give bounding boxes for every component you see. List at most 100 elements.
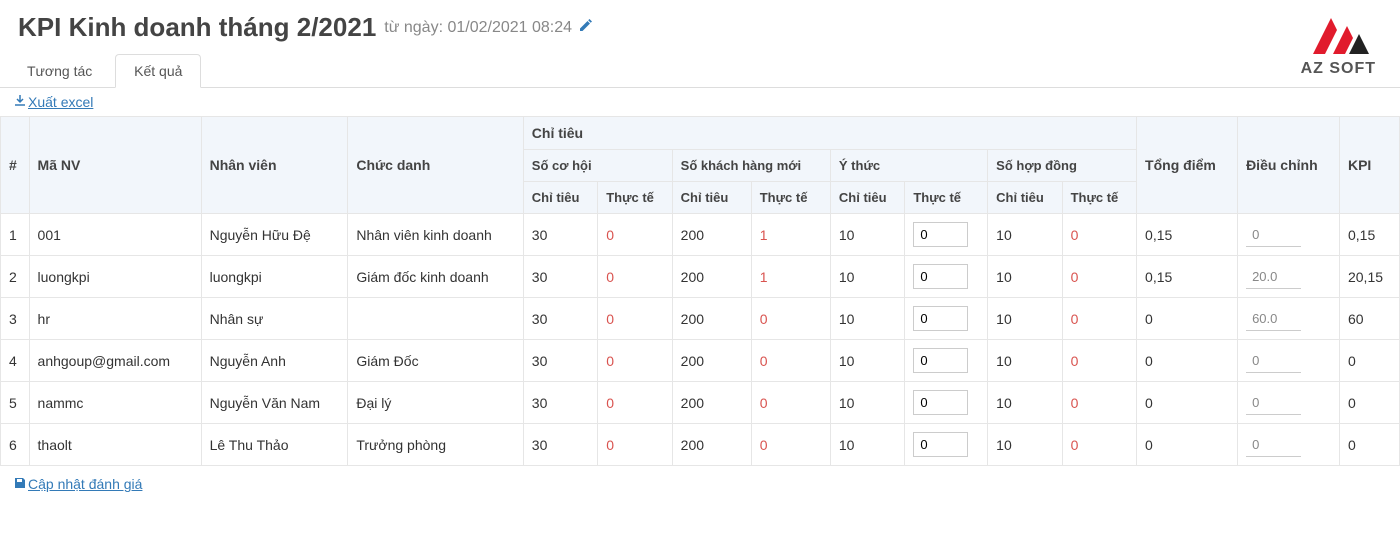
cell-g2c: 200: [672, 256, 751, 298]
cell-g1t: 0: [598, 256, 672, 298]
adjust-input[interactable]: [1246, 433, 1301, 457]
cell-kpi: 20,15: [1339, 256, 1399, 298]
cell-g1c: 30: [523, 298, 597, 340]
cell-g2t: 0: [751, 340, 830, 382]
kpi-table: # Mã NV Nhân viên Chức danh Chỉ tiêu Tổn…: [0, 116, 1400, 466]
cell-g3t: [905, 424, 988, 466]
edit-icon[interactable]: [578, 17, 594, 38]
cell-adjust: [1238, 424, 1340, 466]
cell-code: thaolt: [29, 424, 201, 466]
update-label: Cập nhật đánh giá: [28, 476, 142, 492]
sub-chi-3: Chỉ tiêu: [830, 182, 904, 214]
cell-g3t: [905, 298, 988, 340]
export-excel-button[interactable]: Xuất excel: [14, 94, 93, 110]
cell-g4c: 10: [988, 340, 1062, 382]
col-code: Mã NV: [29, 117, 201, 214]
cell-g1t: 0: [598, 340, 672, 382]
table-row: 6thaoltLê Thu ThảoTrưởng phòng3002000101…: [1, 424, 1400, 466]
cell-g3c: 10: [830, 214, 904, 256]
col-targets: Chỉ tiêu: [523, 117, 1136, 150]
col-group-4: Số hợp đồng: [988, 150, 1137, 182]
cell-index: 3: [1, 298, 30, 340]
logo-text: AZ SOFT: [1301, 60, 1376, 78]
tab-result[interactable]: Kết quả: [115, 54, 201, 88]
cell-g2t: 0: [751, 382, 830, 424]
cell-index: 2: [1, 256, 30, 298]
cell-g1t: 0: [598, 214, 672, 256]
adjust-input[interactable]: [1246, 391, 1301, 415]
cell-code: luongkpi: [29, 256, 201, 298]
adjust-input[interactable]: [1246, 265, 1301, 289]
cell-g2c: 200: [672, 340, 751, 382]
cell-name: luongkpi: [201, 256, 348, 298]
sub-thuc-1: Thực tế: [598, 182, 672, 214]
cell-kpi: 0: [1339, 424, 1399, 466]
cell-total: 0: [1137, 424, 1238, 466]
col-group-2: Số khách hàng mới: [672, 150, 830, 182]
save-icon: [14, 476, 26, 492]
sub-thuc-2: Thực tế: [751, 182, 830, 214]
cell-g2c: 200: [672, 382, 751, 424]
export-label: Xuất excel: [28, 94, 93, 110]
page-header: KPI Kinh doanh tháng 2/2021 từ ngày: 01/…: [0, 0, 1400, 47]
sub-thuc-4: Thực tế: [1062, 182, 1136, 214]
sub-chi-4: Chỉ tiêu: [988, 182, 1062, 214]
col-group-3: Ý thức: [830, 150, 987, 182]
cell-g1c: 30: [523, 424, 597, 466]
cell-role: Đại lý: [348, 382, 523, 424]
sub-chi-1: Chỉ tiêu: [523, 182, 597, 214]
sub-thuc-3: Thực tế: [905, 182, 988, 214]
cell-g2c: 200: [672, 214, 751, 256]
col-adjust: Điều chỉnh: [1238, 117, 1340, 214]
g3t-input[interactable]: [913, 432, 968, 457]
cell-g4t: 0: [1062, 298, 1136, 340]
cell-g4c: 10: [988, 298, 1062, 340]
cell-kpi: 0: [1339, 382, 1399, 424]
table-row: 3hrNhân sự300200010100060: [1, 298, 1400, 340]
cell-role: Giám Đốc: [348, 340, 523, 382]
sub-chi-2: Chỉ tiêu: [672, 182, 751, 214]
cell-total: 0,15: [1137, 214, 1238, 256]
table-row: 2luongkpiluongkpiGiám đốc kinh doanh3002…: [1, 256, 1400, 298]
cell-total: 0: [1137, 298, 1238, 340]
cell-g1c: 30: [523, 256, 597, 298]
cell-g1t: 0: [598, 424, 672, 466]
tabs: Tương tác Kết quả: [0, 53, 1400, 88]
logo: AZ SOFT: [1301, 14, 1376, 78]
adjust-input[interactable]: [1246, 349, 1301, 373]
cell-kpi: 0,15: [1339, 214, 1399, 256]
cell-g4t: 0: [1062, 340, 1136, 382]
cell-g4t: 0: [1062, 256, 1136, 298]
cell-g3t: [905, 256, 988, 298]
adjust-input[interactable]: [1246, 307, 1301, 331]
cell-role: Nhân viên kinh doanh: [348, 214, 523, 256]
cell-g1c: 30: [523, 340, 597, 382]
cell-g4t: 0: [1062, 214, 1136, 256]
g3t-input[interactable]: [913, 222, 968, 247]
cell-index: 4: [1, 340, 30, 382]
cell-name: Nguyễn Hữu Đệ: [201, 214, 348, 256]
g3t-input[interactable]: [913, 264, 968, 289]
cell-adjust: [1238, 382, 1340, 424]
update-evaluation-button[interactable]: Cập nhật đánh giá: [14, 476, 142, 492]
cell-role: Trưởng phòng: [348, 424, 523, 466]
table-row: 1001Nguyễn Hữu ĐệNhân viên kinh doanh300…: [1, 214, 1400, 256]
cell-g2t: 1: [751, 256, 830, 298]
cell-index: 5: [1, 382, 30, 424]
cell-name: Nhân sự: [201, 298, 348, 340]
cell-index: 1: [1, 214, 30, 256]
g3t-input[interactable]: [913, 390, 968, 415]
cell-g2c: 200: [672, 298, 751, 340]
cell-g2t: 0: [751, 424, 830, 466]
g3t-input[interactable]: [913, 306, 968, 331]
cell-index: 6: [1, 424, 30, 466]
g3t-input[interactable]: [913, 348, 968, 373]
cell-total: 0,15: [1137, 256, 1238, 298]
download-icon: [14, 94, 26, 110]
page-title: KPI Kinh doanh tháng 2/2021: [18, 12, 376, 43]
cell-adjust: [1238, 256, 1340, 298]
cell-adjust: [1238, 214, 1340, 256]
tab-interaction[interactable]: Tương tác: [8, 54, 111, 87]
cell-g3t: [905, 340, 988, 382]
adjust-input[interactable]: [1246, 223, 1301, 247]
